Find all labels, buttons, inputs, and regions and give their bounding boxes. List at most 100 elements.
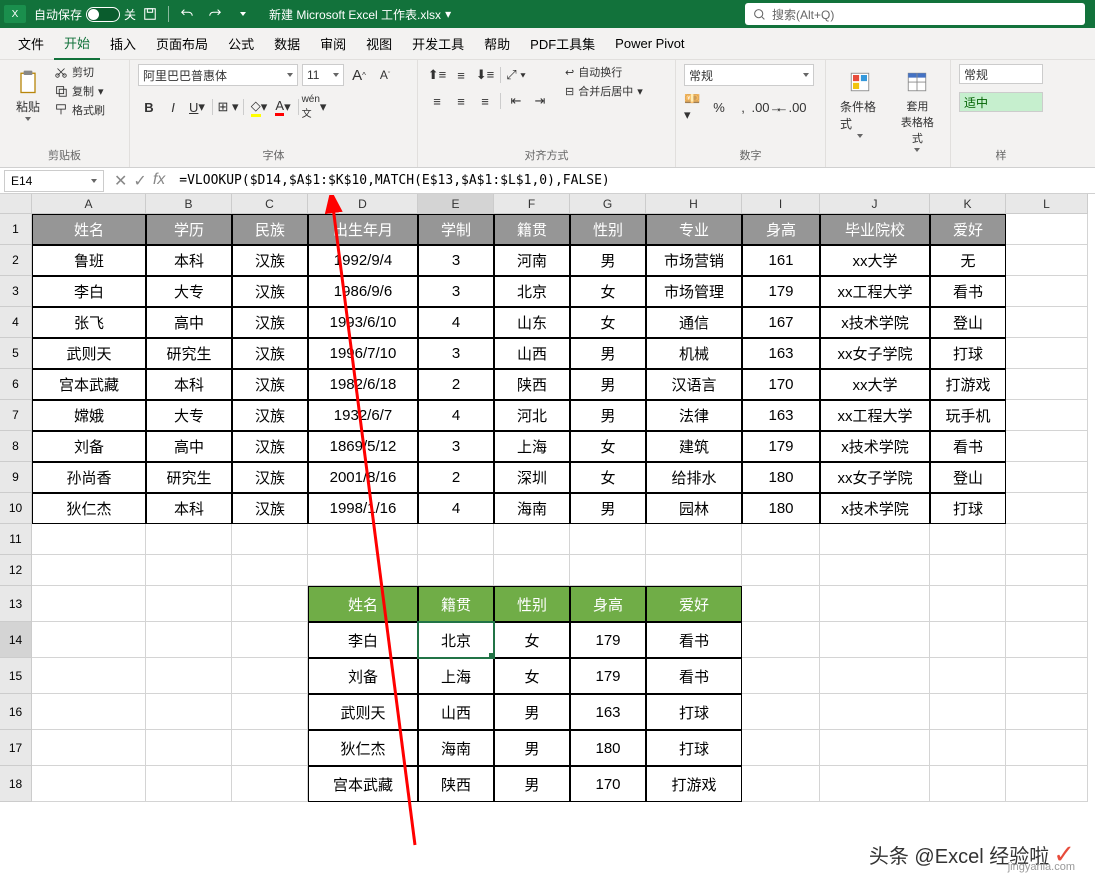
align-bottom-icon[interactable]: ⬇≡ — [474, 64, 496, 86]
cell-D10[interactable]: 1998/1/16 — [308, 493, 418, 524]
redo-icon[interactable] — [203, 2, 227, 26]
cell-L1[interactable] — [1006, 214, 1088, 245]
cell-A3[interactable]: 李白 — [32, 276, 146, 307]
cell-B3[interactable]: 大专 — [146, 276, 232, 307]
cell-C6[interactable]: 汉族 — [232, 369, 308, 400]
cell-A5[interactable]: 武则天 — [32, 338, 146, 369]
cell-H12[interactable] — [646, 555, 742, 586]
cell-J2[interactable]: xx大学 — [820, 245, 930, 276]
cell-K5[interactable]: 打球 — [930, 338, 1006, 369]
accounting-icon[interactable]: 💴 ▾ — [684, 96, 706, 118]
cancel-formula-icon[interactable]: ✕ — [114, 171, 127, 191]
cell-A13[interactable] — [32, 586, 146, 622]
orientation-icon[interactable]: ⤢ ▾ — [505, 64, 527, 86]
row-header-9[interactable]: 9 — [0, 462, 32, 493]
cell-G4[interactable]: 女 — [570, 307, 646, 338]
cell-E4[interactable]: 4 — [418, 307, 494, 338]
cell-B10[interactable]: 本科 — [146, 493, 232, 524]
cell-L4[interactable] — [1006, 307, 1088, 338]
cell-F15[interactable]: 女 — [494, 658, 570, 694]
cell-F6[interactable]: 陕西 — [494, 369, 570, 400]
row-header-15[interactable]: 15 — [0, 658, 32, 694]
cell-J9[interactable]: xx女子学院 — [820, 462, 930, 493]
cell-F3[interactable]: 北京 — [494, 276, 570, 307]
row-header-1[interactable]: 1 — [0, 214, 32, 245]
align-right-icon[interactable]: ≡ — [474, 90, 496, 112]
conditional-format-button[interactable]: 条件格式 — [834, 64, 887, 142]
decrease-decimal-icon[interactable]: ←.00 — [780, 96, 802, 118]
font-color-icon[interactable]: A ▾ — [272, 96, 294, 118]
fx-icon[interactable]: fx — [153, 171, 165, 191]
cell-E8[interactable]: 3 — [418, 431, 494, 462]
cell-K8[interactable]: 看书 — [930, 431, 1006, 462]
cell-F12[interactable] — [494, 555, 570, 586]
cell-style-normal[interactable]: 常规 — [959, 64, 1043, 84]
cell-D6[interactable]: 1982/6/18 — [308, 369, 418, 400]
row-header-7[interactable]: 7 — [0, 400, 32, 431]
search-box[interactable]: 搜索(Alt+Q) — [745, 3, 1085, 25]
cell-L8[interactable] — [1006, 431, 1088, 462]
cell-E12[interactable] — [418, 555, 494, 586]
cell-K2[interactable]: 无 — [930, 245, 1006, 276]
decrease-font-icon[interactable]: Aˇ — [374, 64, 396, 86]
name-box[interactable]: E14 — [4, 170, 104, 192]
underline-icon[interactable]: U ▾ — [186, 96, 208, 118]
cell-E2[interactable]: 3 — [418, 245, 494, 276]
cell-D11[interactable] — [308, 524, 418, 555]
cell-F17[interactable]: 男 — [494, 730, 570, 766]
cell-B4[interactable]: 高中 — [146, 307, 232, 338]
align-top-icon[interactable]: ⬆≡ — [426, 64, 448, 86]
cell-G5[interactable]: 男 — [570, 338, 646, 369]
cell-J13[interactable] — [820, 586, 930, 622]
wrap-text-button[interactable]: ↩自动换行 — [565, 64, 643, 80]
menu-页面布局[interactable]: 页面布局 — [146, 28, 218, 59]
cell-B1[interactable]: 学历 — [146, 214, 232, 245]
menu-开发工具[interactable]: 开发工具 — [402, 28, 474, 59]
cell-A2[interactable]: 鲁班 — [32, 245, 146, 276]
cell-C14[interactable] — [232, 622, 308, 658]
indent-right-icon[interactable]: ⇥ — [529, 90, 551, 112]
row-header-12[interactable]: 12 — [0, 555, 32, 586]
cell-H16[interactable]: 打球 — [646, 694, 742, 730]
cell-B7[interactable]: 大专 — [146, 400, 232, 431]
cell-I17[interactable] — [742, 730, 820, 766]
cell-I7[interactable]: 163 — [742, 400, 820, 431]
spreadsheet-grid[interactable]: ABCDEFGHIJKL1姓名学历民族出生年月学制籍贯性别专业身高毕业院校爱好2… — [0, 194, 1095, 802]
cell-B11[interactable] — [146, 524, 232, 555]
col-header-I[interactable]: I — [742, 194, 820, 214]
row-header-16[interactable]: 16 — [0, 694, 32, 730]
cell-K3[interactable]: 看书 — [930, 276, 1006, 307]
copy-button[interactable]: 复制 ▾ — [54, 83, 105, 99]
cell-C2[interactable]: 汉族 — [232, 245, 308, 276]
cell-J17[interactable] — [820, 730, 930, 766]
cell-I2[interactable]: 161 — [742, 245, 820, 276]
cell-D17[interactable]: 狄仁杰 — [308, 730, 418, 766]
cell-J6[interactable]: xx大学 — [820, 369, 930, 400]
col-header-B[interactable]: B — [146, 194, 232, 214]
cell-G3[interactable]: 女 — [570, 276, 646, 307]
cell-G2[interactable]: 男 — [570, 245, 646, 276]
cell-L18[interactable] — [1006, 766, 1088, 802]
fill-color-icon[interactable]: ◇ ▾ — [248, 96, 270, 118]
cell-G12[interactable] — [570, 555, 646, 586]
cell-D4[interactable]: 1993/6/10 — [308, 307, 418, 338]
cell-H13[interactable]: 爱好 — [646, 586, 742, 622]
cell-I9[interactable]: 180 — [742, 462, 820, 493]
cell-I14[interactable] — [742, 622, 820, 658]
cell-L13[interactable] — [1006, 586, 1088, 622]
cell-I3[interactable]: 179 — [742, 276, 820, 307]
cell-G8[interactable]: 女 — [570, 431, 646, 462]
dropdown-icon[interactable] — [231, 2, 255, 26]
cell-D18[interactable]: 宫本武藏 — [308, 766, 418, 802]
menu-帮助[interactable]: 帮助 — [474, 28, 520, 59]
cut-button[interactable]: 剪切 — [54, 64, 105, 80]
cell-J3[interactable]: xx工程大学 — [820, 276, 930, 307]
cell-F5[interactable]: 山西 — [494, 338, 570, 369]
cell-H15[interactable]: 看书 — [646, 658, 742, 694]
italic-icon[interactable]: I — [162, 96, 184, 118]
font-size-select[interactable]: 11 — [302, 64, 344, 86]
cell-C5[interactable]: 汉族 — [232, 338, 308, 369]
row-header-10[interactable]: 10 — [0, 493, 32, 524]
cell-C1[interactable]: 民族 — [232, 214, 308, 245]
align-center-icon[interactable]: ≡ — [450, 90, 472, 112]
